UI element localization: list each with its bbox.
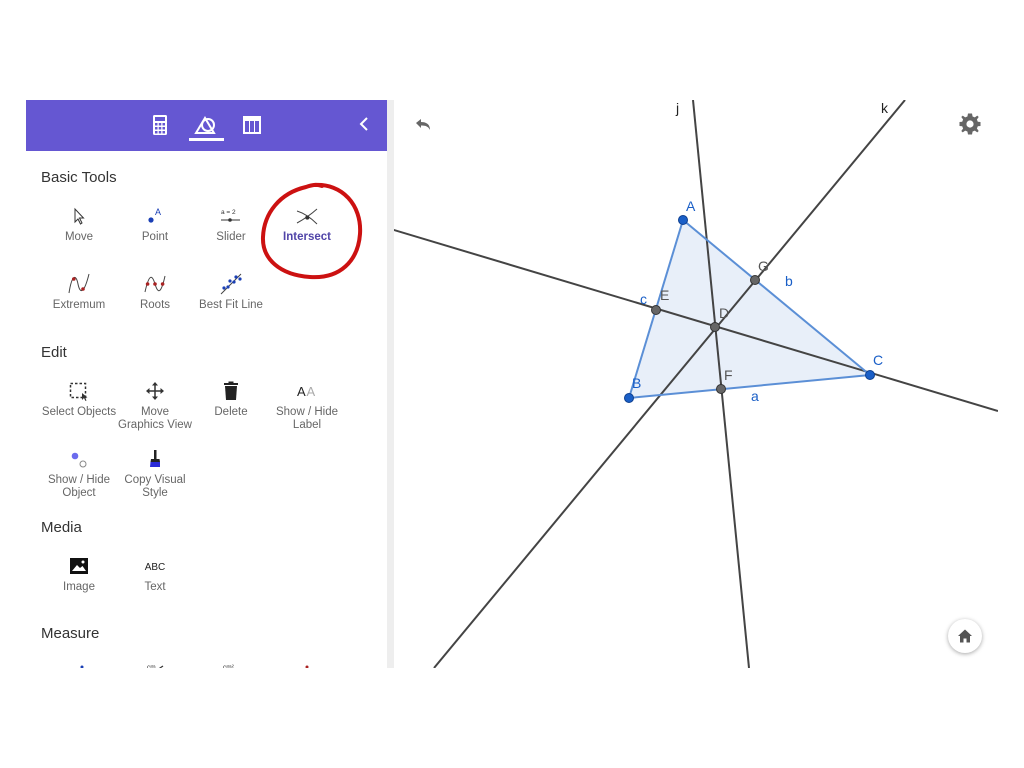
move-arrows-icon [146,382,164,400]
angle-icon [80,665,84,668]
best-fit-line-icon [220,273,242,295]
line-k[interactable] [433,100,906,668]
panel-divider[interactable] [387,100,394,668]
extremum-icon [68,273,90,294]
tool-measure-2[interactable]: cm [117,658,193,668]
point-g[interactable] [750,275,760,285]
calculator-icon[interactable] [147,112,173,138]
tool-copy-visual-style[interactable]: Copy Visual Style [117,445,193,500]
section-media: Media [41,519,82,536]
tool-move-graphics-view[interactable]: Move Graphics View [117,377,193,432]
tool-move[interactable]: Move [41,202,117,244]
geometry-tools-icon[interactable] [193,112,219,138]
graphics-view[interactable]: A B C D E F G a b c i j k [394,100,998,668]
show-hide-object-icon [71,452,87,468]
trash-icon [224,381,238,400]
table-icon[interactable] [239,112,265,138]
svg-text:A: A [155,207,161,217]
tool-show-hide-label[interactable]: AA Show / Hide Label [269,377,345,432]
tool-roots[interactable]: Roots [117,270,193,312]
section-measure: Measure [41,625,100,642]
tool-measure-1[interactable] [41,658,117,668]
paintbrush-icon [150,450,160,467]
label-segment-a: a [751,388,759,404]
svg-text:cm: cm [147,664,156,668]
highlight-circle-annotation [260,182,363,280]
tool-measure-3[interactable]: cm² [193,658,269,668]
geogebra-app: Basic Tools Move A Point a = 2 Slider In… [26,100,998,668]
point-f[interactable] [716,384,726,394]
tool-delete[interactable]: Delete [193,377,269,419]
label-f: F [724,367,733,383]
gear-icon[interactable] [958,112,982,136]
svg-text:cm²: cm² [223,664,235,668]
svg-text:ABC: ABC [145,562,166,573]
area-icon: cm² [223,664,235,668]
tools-panel: Basic Tools Move A Point a = 2 Slider In… [26,100,387,668]
slope-icon [305,665,309,668]
label-line-j: j [675,100,679,116]
roots-icon [144,275,166,293]
svg-text:a = 2: a = 2 [221,209,236,216]
tools-list: Basic Tools Move A Point a = 2 Slider In… [26,151,387,668]
select-objects-icon [69,382,88,401]
panel-topbar [26,100,387,151]
home-icon [958,629,972,643]
tool-extremum[interactable]: Extremum [41,270,117,312]
slider-icon: a = 2 [221,209,240,222]
point-c[interactable] [865,370,875,380]
svg-text:A: A [297,384,306,399]
triangle-polygon[interactable] [629,220,870,398]
label-b: B [632,375,641,391]
undo-icon[interactable] [410,114,434,138]
tool-select-objects[interactable]: Select Objects [41,377,117,419]
label-d: D [719,305,729,321]
image-icon [70,558,88,574]
section-edit: Edit [41,344,67,361]
point-d[interactable] [710,322,720,332]
tool-measure-4[interactable] [269,658,345,668]
label-g: G [758,258,769,274]
chevron-left-icon[interactable] [353,113,375,135]
construction-canvas[interactable]: A B C D E F G a b c i j k [394,100,998,668]
section-basic-tools: Basic Tools [41,169,117,186]
tool-text[interactable]: ABC Text [117,552,193,594]
point-icon: A [148,207,161,223]
text-icon: ABC [145,562,166,573]
label-e: E [660,287,669,303]
label-icon: AA [297,384,316,399]
home-button[interactable] [948,619,982,653]
svg-text:A: A [307,384,316,399]
selected-tab-indicator [189,138,224,141]
tool-image[interactable]: Image [41,552,117,594]
tool-show-hide-object[interactable]: Show / Hide Object [41,445,117,500]
label-segment-b: b [785,273,793,289]
label-segment-c: c [640,291,647,307]
label-a: A [686,198,696,214]
point-e[interactable] [651,305,661,315]
distance-icon: cm [147,664,164,668]
label-line-k: k [881,100,889,116]
point-a[interactable] [678,215,688,225]
point-b[interactable] [624,393,634,403]
cursor-arrow-icon [74,207,85,225]
label-c: C [873,352,883,368]
tool-point[interactable]: A Point [117,202,193,244]
